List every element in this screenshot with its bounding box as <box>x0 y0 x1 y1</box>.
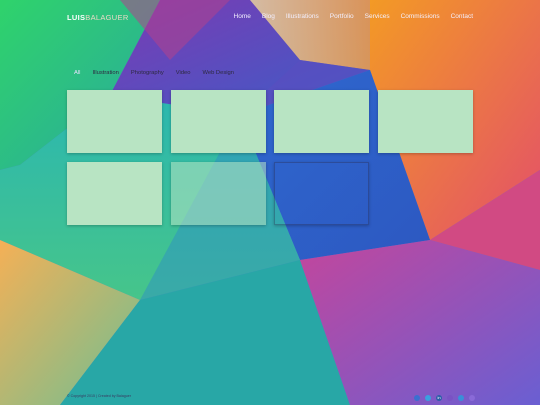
portfolio-card[interactable] <box>171 162 266 225</box>
nav-portfolio[interactable]: Portfolio <box>330 13 354 20</box>
filter-photography[interactable]: Photography <box>131 70 164 76</box>
nav-contact[interactable]: Contact <box>451 13 473 20</box>
nav-blog[interactable]: Blog <box>262 13 275 20</box>
telegram-icon[interactable] <box>458 395 464 401</box>
linkedin-icon[interactable]: in <box>436 395 442 401</box>
portfolio-card[interactable] <box>67 162 162 225</box>
portfolio-card[interactable] <box>67 90 162 153</box>
filter-video[interactable]: Video <box>176 70 191 76</box>
portfolio-filters: All Illustration Photography Video Web D… <box>74 70 246 76</box>
filter-web-design[interactable]: Web Design <box>202 70 233 76</box>
github-icon[interactable] <box>414 395 420 401</box>
portfolio-card[interactable] <box>378 90 473 153</box>
logo-secondary-text: BALAGUER <box>85 13 129 22</box>
nav-home[interactable]: Home <box>234 13 251 20</box>
filter-illustration[interactable]: Illustration <box>92 70 118 76</box>
filter-all[interactable]: All <box>74 70 80 76</box>
site-header: LUISBALAGUER Home Blog Illustrations Por… <box>0 0 540 36</box>
social-links: in <box>409 395 475 401</box>
nav-commissions[interactable]: Commissions <box>401 13 440 20</box>
google-plus-icon[interactable] <box>447 395 453 401</box>
footer-copyright: © Copyright 2015 | Created by Balaguer <box>67 394 131 398</box>
portfolio-card-empty[interactable] <box>274 162 369 225</box>
site-logo[interactable]: LUISBALAGUER <box>67 13 129 22</box>
twitter-icon[interactable] <box>425 395 431 401</box>
portfolio-card[interactable] <box>171 90 266 153</box>
logo-primary-text: LUIS <box>67 13 86 22</box>
nav-services[interactable]: Services <box>365 13 390 20</box>
email-icon[interactable] <box>469 395 475 401</box>
nav-illustrations[interactable]: Illustrations <box>286 13 319 20</box>
main-nav: Home Blog Illustrations Portfolio Servic… <box>223 13 473 20</box>
portfolio-card[interactable] <box>274 90 369 153</box>
